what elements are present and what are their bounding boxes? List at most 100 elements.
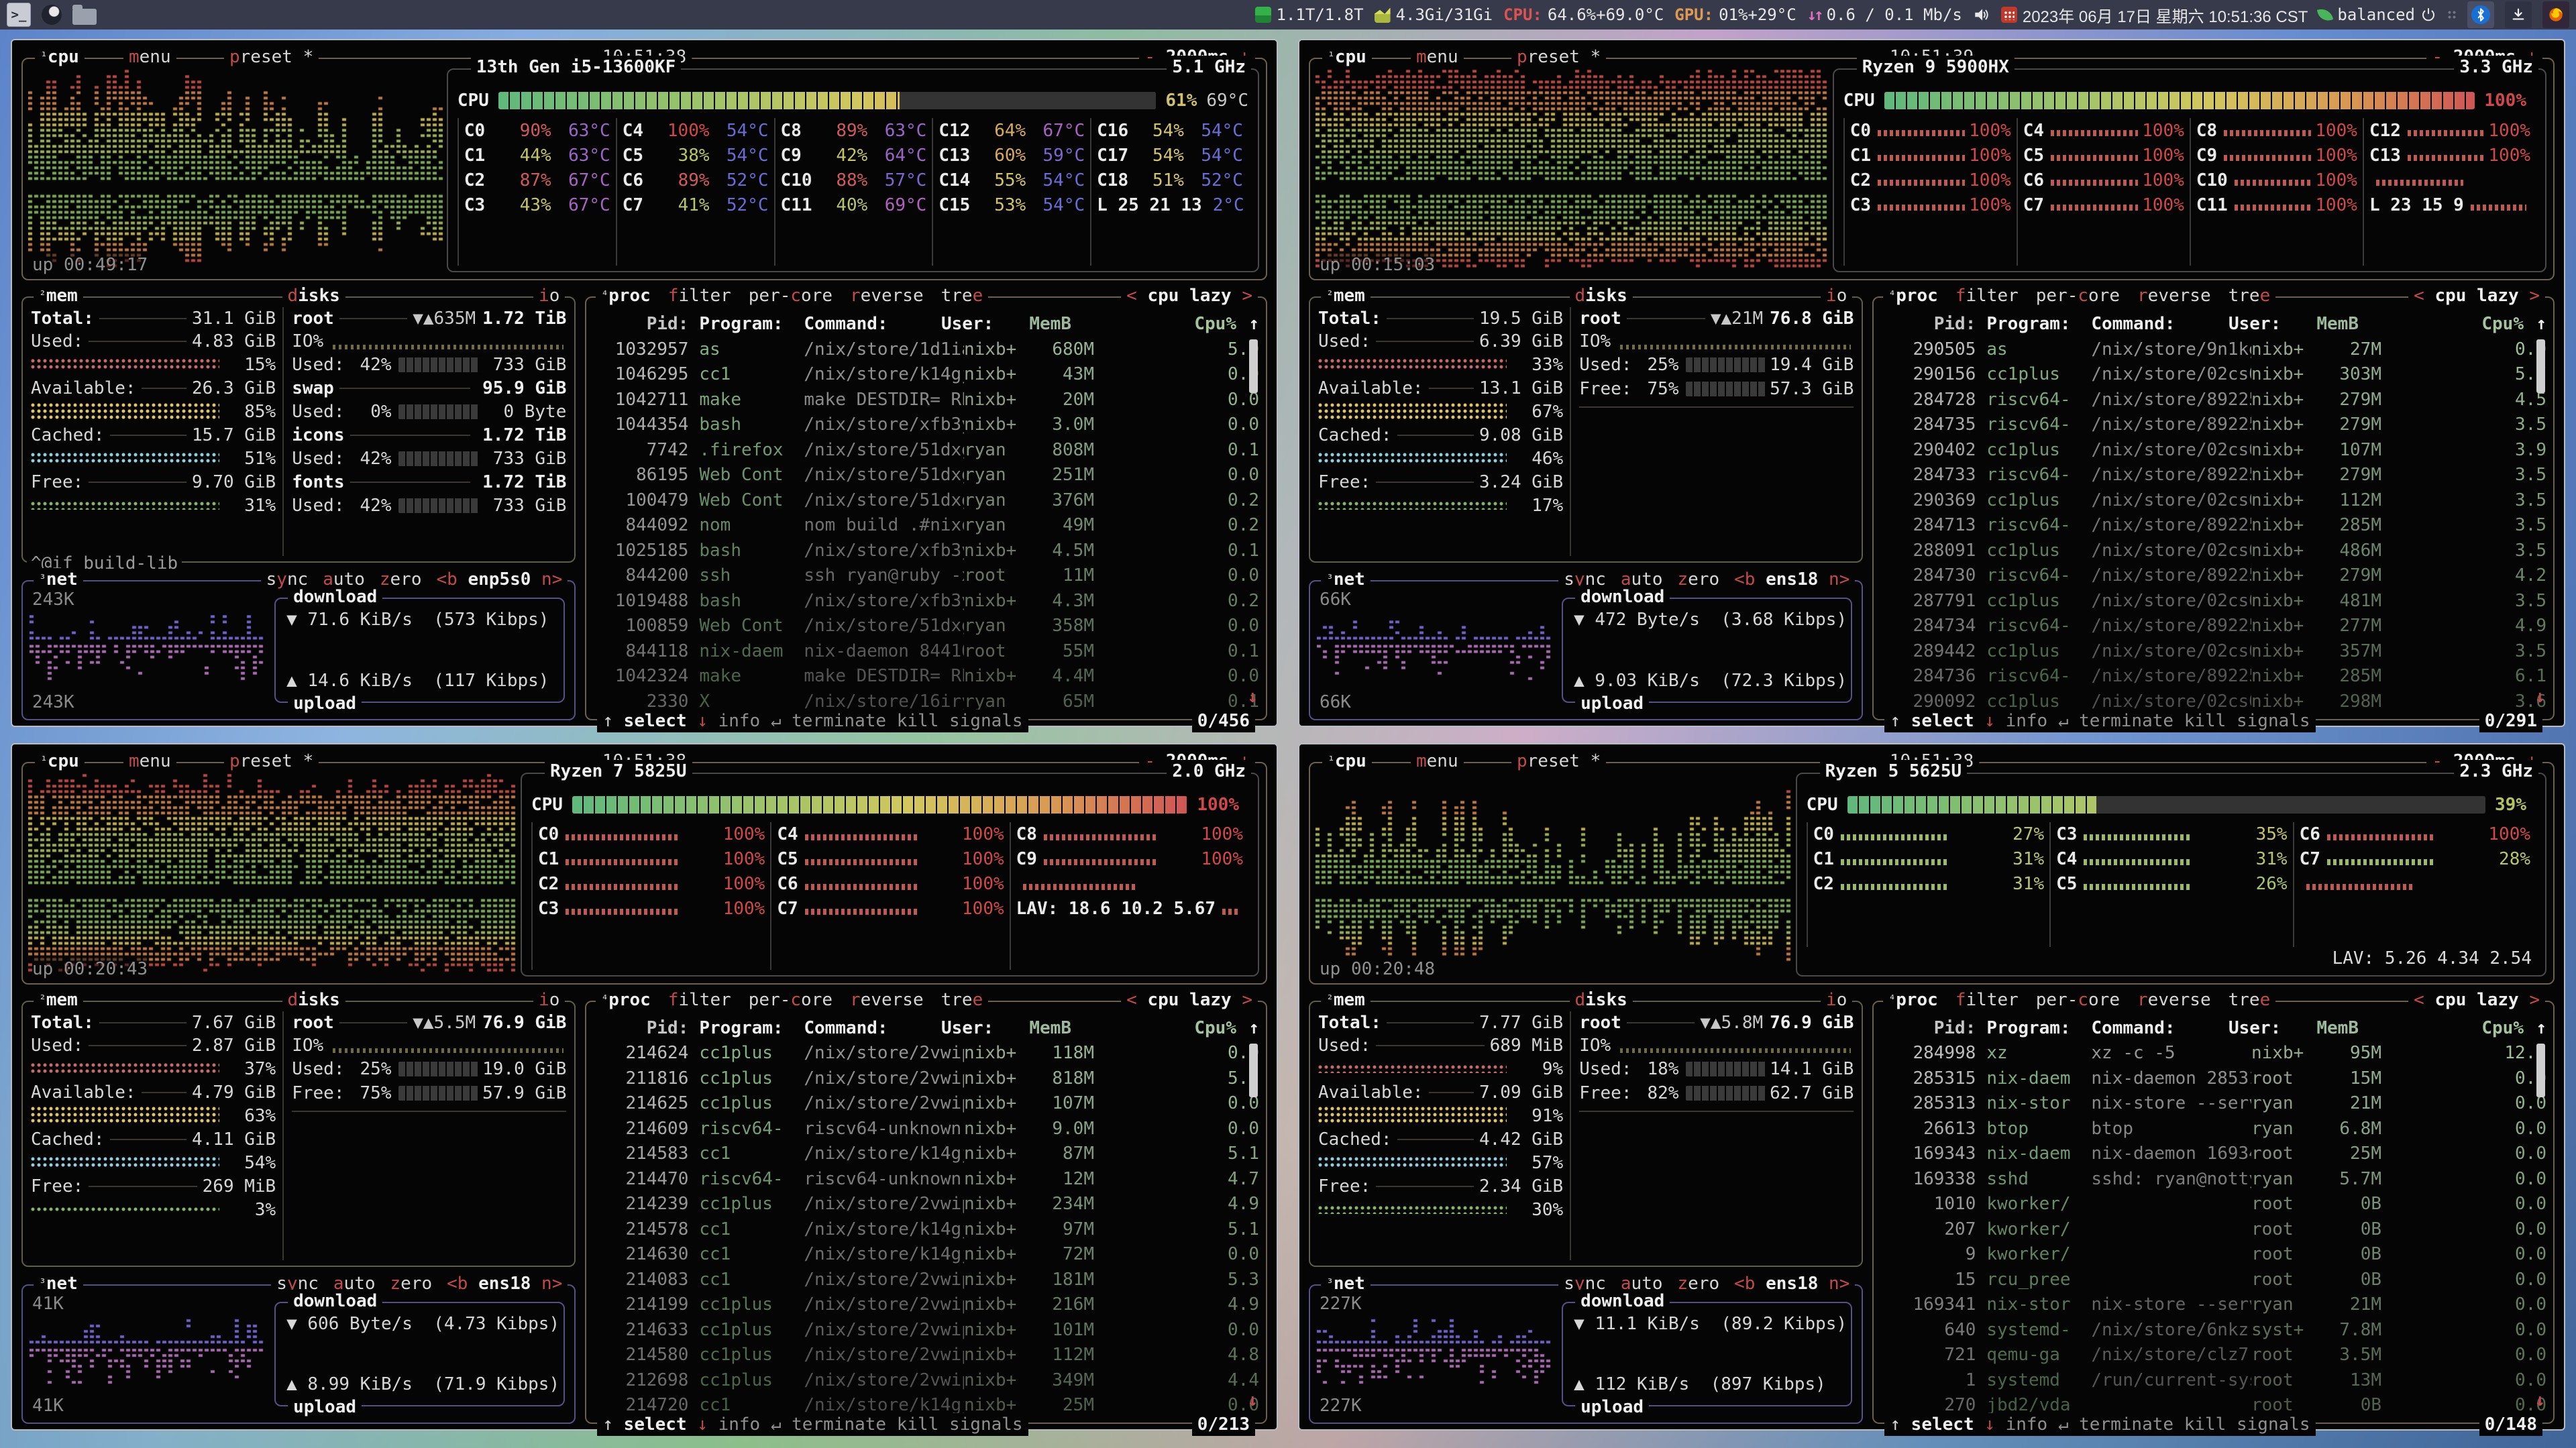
cpu-box-title[interactable]: ¹cpu	[1322, 46, 1372, 68]
process-row[interactable]: 214470 riscv64- riscv64-unknown-lin nixb…	[596, 1166, 1259, 1192]
cpu-box-title[interactable]: ¹cpu	[35, 46, 85, 68]
process-row[interactable]: 290156 cc1plus /nix/store/02cs0d7s nixb+…	[1883, 362, 2546, 388]
net-box-title[interactable]: ³net	[34, 1272, 83, 1295]
process-row[interactable]: 1042324 make make DESTDIR= RPATH nixb+ 4…	[596, 664, 1259, 689]
disks-box-title[interactable]: disks	[282, 284, 345, 307]
process-row[interactable]: 86195 Web Cont /nix/store/51dxgra3 ryan …	[596, 463, 1259, 488]
io-mode-button[interactable]: io	[1821, 989, 1852, 1011]
proc-tree-button[interactable]: tree	[2229, 284, 2271, 307]
process-row[interactable]: 214239 cc1plus /nix/store/2vwipws2 nixb+…	[596, 1192, 1259, 1217]
process-row[interactable]: 214580 cc1plus /nix/store/2vwipws2 nixb+…	[596, 1343, 1259, 1368]
process-row[interactable]: 284998 xz xz -c -5 nixb+ 95M 12.5	[1883, 1041, 2546, 1066]
proc-scrollbar[interactable]	[2536, 1044, 2545, 1097]
proc-tree-button[interactable]: tree	[941, 989, 983, 1011]
proc-column-headers[interactable]: Pid: Program: Command: User: MemB Cpu% ↑	[1883, 1015, 2546, 1041]
proc-filter-button[interactable]: filter	[1955, 284, 2019, 307]
process-row[interactable]: 212698 cc1plus /nix/store/2vwipws2 nixb+…	[596, 1368, 1259, 1393]
proc-scrollbar[interactable]	[2536, 339, 2545, 393]
io-mode-button[interactable]: io	[1821, 284, 1852, 307]
browser-icon[interactable]	[42, 5, 62, 25]
process-row[interactable]: 214625 cc1plus /nix/store/2vwipws2 nixb+…	[596, 1091, 1259, 1117]
mem-box-title[interactable]: ²mem	[34, 284, 83, 307]
menu-button[interactable]: menu	[123, 750, 176, 773]
process-row[interactable]: 285315 nix-daem nix-daemon 285313 root 1…	[1883, 1066, 2546, 1091]
proc-sort-selector[interactable]: < cpu lazy >	[2408, 989, 2545, 1011]
process-row[interactable]: 214578 cc1 /nix/store/k14gjkxn nixb+ 97M…	[596, 1217, 1259, 1242]
process-row[interactable]: 214624 cc1plus /nix/store/2vwipws2 nixb+…	[596, 1041, 1259, 1066]
proc-sort-selector[interactable]: < cpu lazy >	[1121, 989, 1258, 1011]
process-row[interactable]: 7742 .firefox /nix/store/51dxgra3 ryan 8…	[596, 437, 1259, 463]
net-zero-button[interactable]: zero	[390, 1272, 433, 1295]
proc-filter-button[interactable]: filter	[668, 989, 731, 1011]
process-row[interactable]: 214609 riscv64- riscv64-unknown-lin nixb…	[596, 1116, 1259, 1141]
net-interface-selector[interactable]: <b ens18 n>	[447, 1272, 562, 1295]
disks-box-title[interactable]: disks	[1570, 989, 1633, 1011]
process-row[interactable]: 284728 riscv64- /nix/store/89225k9x nixb…	[1883, 387, 2546, 412]
proc-filter-button[interactable]: filter	[1955, 989, 2019, 1011]
menu-button[interactable]: menu	[123, 46, 176, 68]
net-box-title[interactable]: ³net	[1321, 568, 1371, 591]
proc-percore-button[interactable]: per-core	[749, 989, 833, 1011]
io-mode-button[interactable]: io	[533, 284, 565, 307]
process-row[interactable]: 214720 cc1 /nix/store/k14gjkxn nixb+ 25M…	[596, 1393, 1259, 1414]
terminal-icon[interactable]: >_	[7, 3, 31, 27]
process-row[interactable]: 100479 Web Cont /nix/store/51dxgra3 ryan…	[596, 488, 1259, 513]
power-profile-indicator[interactable]: balanced	[2318, 5, 2436, 24]
io-mode-button[interactable]: io	[533, 989, 565, 1011]
process-row[interactable]: 169341 nix-stor nix-store --serve - ryan…	[1883, 1292, 2546, 1318]
network-speed-indicator[interactable]: ↓↑ 0.6 / 0.1 Mb/s	[1807, 5, 1962, 24]
proc-box-title[interactable]: ⁴proc	[601, 989, 650, 1011]
proc-sort-selector[interactable]: < cpu lazy >	[2408, 284, 2545, 307]
preset-button[interactable]: preset *	[1511, 750, 1606, 773]
cpu-box-title[interactable]: ¹cpu	[1322, 750, 1372, 773]
process-row[interactable]: 1032957 as /nix/store/1d1iak5n nixb+ 680…	[596, 337, 1259, 362]
process-row[interactable]: 1042711 make make DESTDIR= RPATH nixb+ 2…	[596, 387, 1259, 412]
process-row[interactable]: 214633 cc1plus /nix/store/2vwipws2 nixb+…	[596, 1317, 1259, 1343]
proc-box-title[interactable]: ⁴proc	[1888, 284, 1937, 307]
process-row[interactable]: 284736 riscv64- /nix/store/89225k9x nixb…	[1883, 664, 2546, 689]
firefox-tray-icon[interactable]	[2542, 1, 2569, 28]
mem-box-title[interactable]: ²mem	[34, 989, 83, 1011]
proc-scrollbar[interactable]	[1249, 1044, 1258, 1097]
menu-button[interactable]: menu	[1411, 750, 1464, 773]
process-row[interactable]: 214583 cc1 /nix/store/k14gjkxn nixb+ 87M…	[596, 1141, 1259, 1167]
process-row[interactable]: 284735 riscv64- /nix/store/89225k9x nixb…	[1883, 412, 2546, 438]
proc-reverse-button[interactable]: reverse	[2137, 284, 2211, 307]
process-row[interactable]: 284733 riscv64- /nix/store/89225k9x nixb…	[1883, 463, 2546, 488]
process-row[interactable]: 26613 btop btop ryan 6.8M 0.0	[1883, 1116, 2546, 1141]
net-box-title[interactable]: ³net	[1321, 1272, 1371, 1295]
proc-scrollbar[interactable]	[1249, 339, 1258, 393]
disks-box-title[interactable]: disks	[1570, 284, 1633, 307]
proc-tree-button[interactable]: tree	[941, 284, 983, 307]
download-tray-icon[interactable]	[2505, 1, 2532, 28]
process-row[interactable]: 169343 nix-daem nix-daemon 169341 root 2…	[1883, 1141, 2546, 1167]
proc-filter-button[interactable]: filter	[668, 284, 731, 307]
process-row[interactable]: 844092 nom nom build .#nixosCo ryan 49M …	[596, 513, 1259, 539]
proc-sort-selector[interactable]: < cpu lazy >	[1121, 284, 1258, 307]
tray-expander-icon[interactable]	[2447, 10, 2457, 19]
process-row[interactable]: 214083 cc1 /nix/store/2vwipws2 nixb+ 181…	[596, 1267, 1259, 1292]
process-row[interactable]: 640 systemd- /nix/store/6nkzr60n syst+ 7…	[1883, 1317, 2546, 1343]
cpu-box-title[interactable]: ¹cpu	[35, 750, 85, 773]
net-zero-button[interactable]: zero	[1678, 568, 1720, 591]
proc-percore-button[interactable]: per-core	[2036, 284, 2120, 307]
bluetooth-tray-icon[interactable]	[2467, 1, 2494, 28]
process-row[interactable]: 169338 sshd sshd: ryan@notty ryan 5.7M 0…	[1883, 1166, 2546, 1192]
process-row[interactable]: 15 rcu_pree root 0B 0.0	[1883, 1267, 2546, 1292]
disks-box-title[interactable]: disks	[282, 989, 345, 1011]
process-row[interactable]: 1019488 bash /nix/store/xfb3ykw9 nixb+ 4…	[596, 588, 1259, 614]
process-row[interactable]: 288091 cc1plus /nix/store/02cs0d7s nixb+…	[1883, 538, 2546, 563]
process-row[interactable]: 214630 cc1 /nix/store/k14gjkxn nixb+ 72M…	[596, 1242, 1259, 1268]
process-row[interactable]: 290505 as /nix/store/9n1kg164 nixb+ 27M …	[1883, 337, 2546, 362]
process-row[interactable]: 290369 cc1plus /nix/store/02cs0d7s nixb+…	[1883, 488, 2546, 513]
process-row[interactable]: 284730 riscv64- /nix/store/89225k9x nixb…	[1883, 563, 2546, 589]
proc-tree-button[interactable]: tree	[2229, 989, 2271, 1011]
proc-reverse-button[interactable]: reverse	[850, 284, 924, 307]
process-row[interactable]: 1 systemd /run/current-system root 13M 0…	[1883, 1368, 2546, 1393]
proc-percore-button[interactable]: per-core	[749, 284, 833, 307]
process-row[interactable]: 1046295 cc1 /nix/store/k14gjkxn nixb+ 43…	[596, 362, 1259, 388]
process-row[interactable]: 1010 kworker/ root 0B 0.0	[1883, 1192, 2546, 1217]
speaker-icon[interactable]	[1973, 6, 1990, 23]
preset-button[interactable]: preset *	[224, 46, 319, 68]
mem-box-title[interactable]: ²mem	[1321, 989, 1371, 1011]
